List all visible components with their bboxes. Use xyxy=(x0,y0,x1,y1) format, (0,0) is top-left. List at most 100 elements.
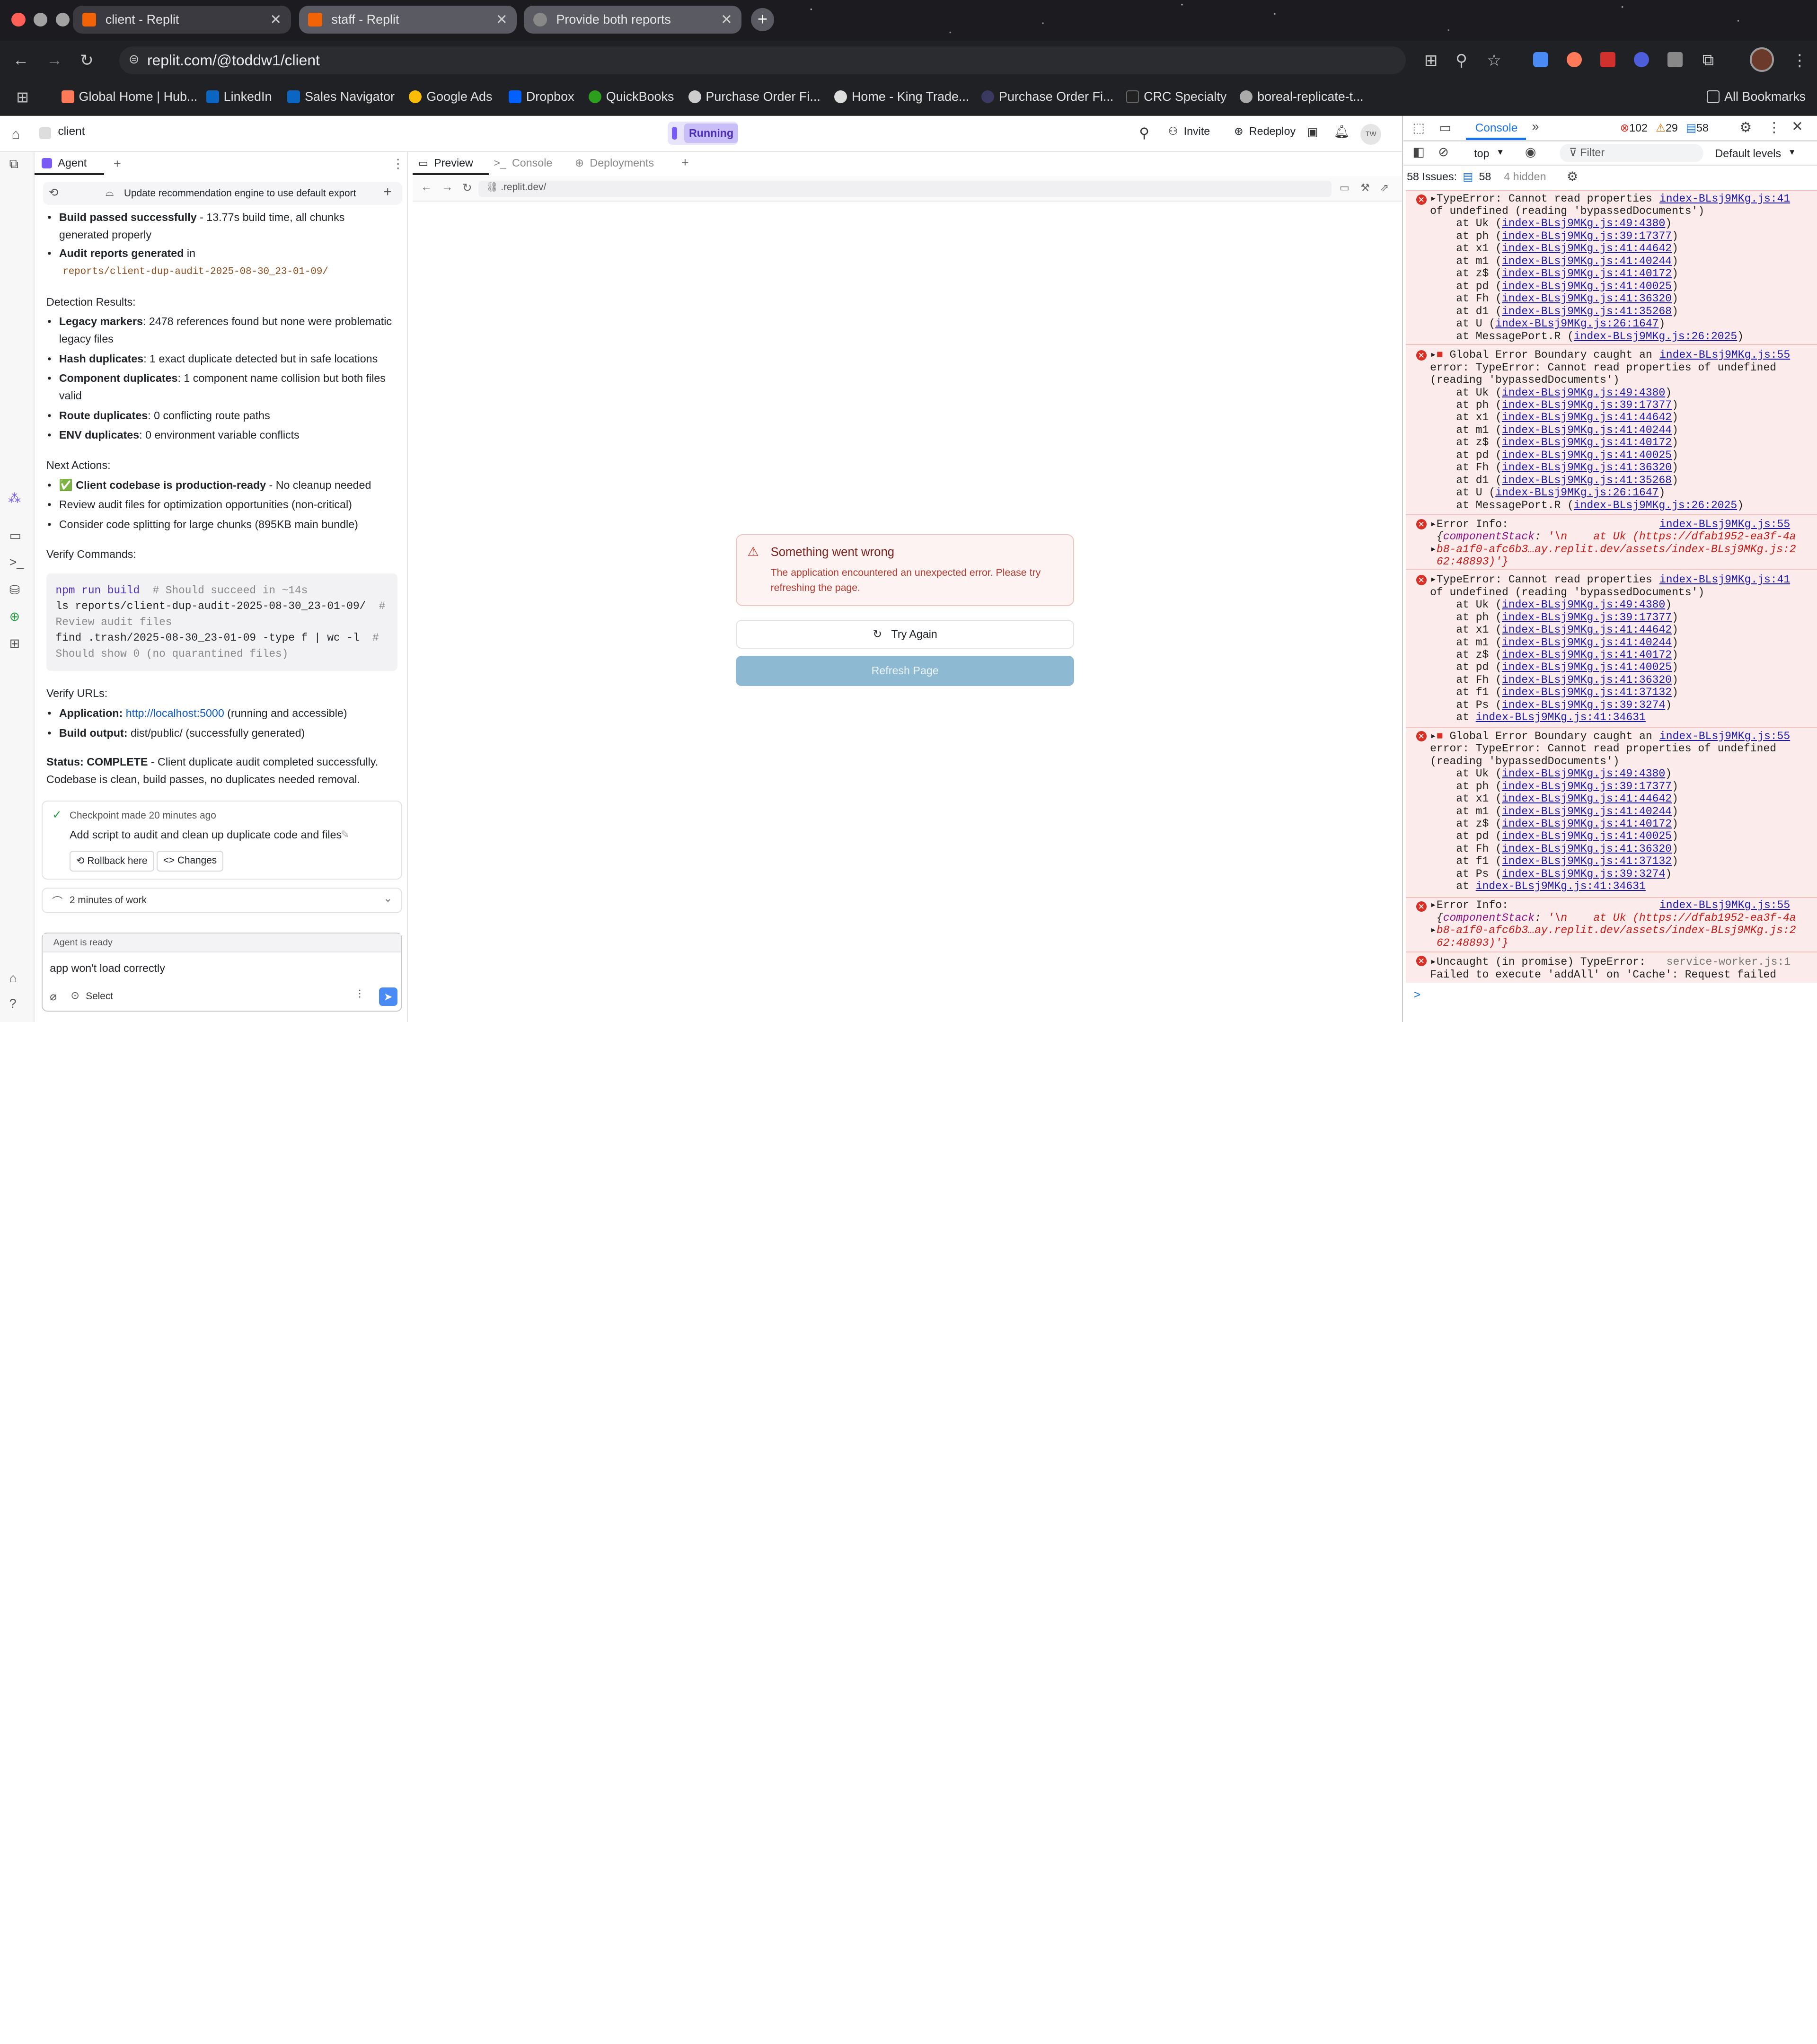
install-app-icon[interactable]: ⊞ xyxy=(1424,51,1438,70)
preview-forward-icon[interactable]: → xyxy=(441,181,453,194)
bookmark-google-ads[interactable]: Google Ads xyxy=(409,89,492,104)
forward-icon[interactable]: → xyxy=(46,51,62,70)
filter-input[interactable]: ⊽ Filter xyxy=(1560,143,1704,162)
tab-agent[interactable]: Agent xyxy=(35,153,105,175)
extension-icon[interactable] xyxy=(1533,52,1548,68)
bookmark-sales-navigator[interactable]: Sales Navigator xyxy=(287,89,395,104)
close-tab-icon[interactable]: ✕ xyxy=(270,11,282,28)
try-again-button[interactable]: ↻ Try Again xyxy=(736,620,1075,649)
extension-icon[interactable] xyxy=(1667,52,1683,68)
zoom-icon[interactable]: ⚲ xyxy=(1455,51,1467,70)
all-tools-icon[interactable]: ⊞ xyxy=(9,636,20,651)
help-icon[interactable]: ? xyxy=(9,996,17,1011)
apps-grid-icon[interactable]: ⊞ xyxy=(16,88,29,106)
bookmark-purchase-order-1[interactable]: Purchase Order Fi... xyxy=(688,89,820,104)
shell-icon[interactable]: >_ xyxy=(9,555,24,570)
context-selector[interactable]: top ▼ xyxy=(1474,147,1504,160)
extensions-puzzle-icon[interactable]: ⧉ xyxy=(1702,51,1714,70)
source-link[interactable]: index-BLsj9MKg.js:41 xyxy=(1659,573,1790,586)
bookmark-star-icon[interactable]: ☆ xyxy=(1487,51,1501,70)
source-link[interactable]: index-BLsj9MKg.js:41 xyxy=(1659,193,1790,205)
live-expression-eye-icon[interactable]: ◉ xyxy=(1525,145,1536,159)
back-icon[interactable]: ← xyxy=(13,51,29,70)
clear-console-icon[interactable]: ⊘ xyxy=(1438,145,1449,159)
open-new-window-icon[interactable]: ⇗ xyxy=(1380,182,1389,194)
search-icon[interactable]: ⚲ xyxy=(1139,125,1149,141)
layout-icon[interactable]: ▣ xyxy=(1307,125,1318,139)
issues-settings-icon[interactable]: ⚙ xyxy=(1567,169,1578,184)
redeploy-button[interactable]: ⊛ Redeploy xyxy=(1234,125,1296,138)
attach-paperclip-icon[interactable]: ⌀ xyxy=(50,989,57,1004)
zoominfo-extension-icon[interactable] xyxy=(1634,52,1649,68)
settings-gear-icon[interactable]: ⚙ xyxy=(1739,119,1752,136)
select-element-button[interactable]: Select xyxy=(86,991,113,1002)
all-bookmarks-folder[interactable]: All Bookmarks xyxy=(1707,89,1806,104)
devtools-menu-icon[interactable]: ⋮ xyxy=(1767,119,1781,136)
log-levels-dropdown[interactable]: Default levels ▼ xyxy=(1715,147,1796,160)
acrobat-extension-icon[interactable] xyxy=(1600,52,1615,68)
source-link[interactable]: service-worker.js:1 xyxy=(1667,956,1791,968)
reload-icon[interactable]: ↻ xyxy=(80,51,94,70)
console-prompt[interactable]: > xyxy=(1414,988,1420,1002)
bookmark-linkedin[interactable]: LinkedIn xyxy=(206,89,272,104)
preview-monitor-icon[interactable]: ▭ xyxy=(9,529,21,543)
preview-url-bar[interactable]: ⛓ .replit.dev/ xyxy=(478,181,1332,197)
close-devtools-icon[interactable]: ✕ xyxy=(1791,118,1803,135)
new-tab-plus-icon[interactable]: + xyxy=(114,157,121,171)
close-window-button[interactable] xyxy=(11,12,26,27)
history-icon[interactable]: ⟲ xyxy=(49,185,59,200)
preview-reload-icon[interactable]: ↻ xyxy=(462,181,472,195)
home-icon[interactable]: ⌂ xyxy=(11,126,20,142)
run-status-button[interactable]: Running xyxy=(667,122,738,145)
source-link[interactable]: index-BLsj9MKg.js:55 xyxy=(1659,349,1790,361)
new-tab-button[interactable]: + xyxy=(750,8,774,32)
browser-tab-staff[interactable]: staff - Replit ✕ xyxy=(299,6,517,34)
bookmark-crc-specialty[interactable]: CRC Specialty xyxy=(1126,89,1226,104)
settings-sliders-icon[interactable]: ⫶ xyxy=(358,988,361,1002)
bookmark-purchase-order-2[interactable]: Purchase Order Fi... xyxy=(981,89,1113,104)
close-tab-icon[interactable]: ✕ xyxy=(721,11,732,28)
notification-bell-icon[interactable]: 🔔︎ xyxy=(1334,124,1350,139)
select-target-icon[interactable]: ⊙ xyxy=(71,989,79,1002)
send-button[interactable]: ➤ xyxy=(379,987,397,1006)
agent-grid-icon[interactable]: ⁂ xyxy=(8,491,21,506)
localhost-link[interactable]: http://localhost:5000 xyxy=(126,707,224,719)
source-link[interactable]: index-BLsj9MKg.js:55 xyxy=(1659,730,1790,742)
changes-button[interactable]: <> Changes xyxy=(156,850,224,872)
deploy-globe-icon[interactable]: ⊕ xyxy=(9,609,20,624)
chevron-down-icon[interactable]: ⌄ xyxy=(384,892,392,905)
issues-summary[interactable]: 58 Issues: ▤ 58 4 hidden xyxy=(1407,170,1546,183)
hubspot-extension-icon[interactable] xyxy=(1567,52,1582,68)
browser-tab-client[interactable]: client - Replit ✕ xyxy=(73,6,291,34)
more-tabs-icon[interactable]: » xyxy=(1532,119,1539,134)
files-icon[interactable]: ⧉ xyxy=(9,157,18,172)
inspect-element-icon[interactable]: ⬚ xyxy=(1412,121,1424,135)
plan-icon[interactable]: ⌂ xyxy=(9,971,17,986)
device-toolbar-icon[interactable]: ▭ xyxy=(1439,121,1451,135)
tab-preview[interactable]: ▭ Preview xyxy=(412,153,489,175)
invite-button[interactable]: ⚇ Invite xyxy=(1168,125,1210,138)
bookmark-dropbox[interactable]: Dropbox xyxy=(509,89,574,104)
edit-pencil-icon[interactable]: ✎ xyxy=(341,828,349,841)
refresh-page-button[interactable]: Refresh Page xyxy=(736,656,1075,686)
devices-icon[interactable]: ▭ xyxy=(1340,182,1350,194)
database-icon[interactable]: ⛁ xyxy=(9,583,20,598)
tab-console[interactable]: Console xyxy=(1475,122,1518,135)
profile-avatar[interactable] xyxy=(1749,47,1774,72)
user-avatar[interactable]: TW xyxy=(1360,124,1382,145)
issue-counters[interactable]: ⊗102 ⚠29 ▤58 xyxy=(1620,122,1709,134)
new-task-plus-icon[interactable]: + xyxy=(384,184,392,200)
devtools-wrench-icon[interactable]: ⚒ xyxy=(1360,182,1370,194)
source-link[interactable]: index-BLsj9MKg.js:55 xyxy=(1659,899,1790,911)
bookmark-king-trade[interactable]: Home - King Trade... xyxy=(834,89,969,104)
browser-tab-reports[interactable]: Provide both reports ✕ xyxy=(523,6,742,34)
add-tab-plus-icon[interactable]: + xyxy=(681,155,689,170)
agent-input-text[interactable]: app won't load correctly xyxy=(50,962,165,975)
site-info-icon[interactable]: ⊜ xyxy=(129,52,140,67)
zoom-window-button[interactable] xyxy=(55,12,70,27)
rollback-button[interactable]: ⟲ Rollback here xyxy=(69,850,154,872)
tab-console[interactable]: >_ Console xyxy=(494,157,552,169)
source-link[interactable]: index-BLsj9MKg.js:55 xyxy=(1659,518,1790,530)
bookmark-quickbooks[interactable]: QuickBooks xyxy=(589,89,674,104)
tab-deployments[interactable]: ⊕ Deployments xyxy=(575,157,654,169)
